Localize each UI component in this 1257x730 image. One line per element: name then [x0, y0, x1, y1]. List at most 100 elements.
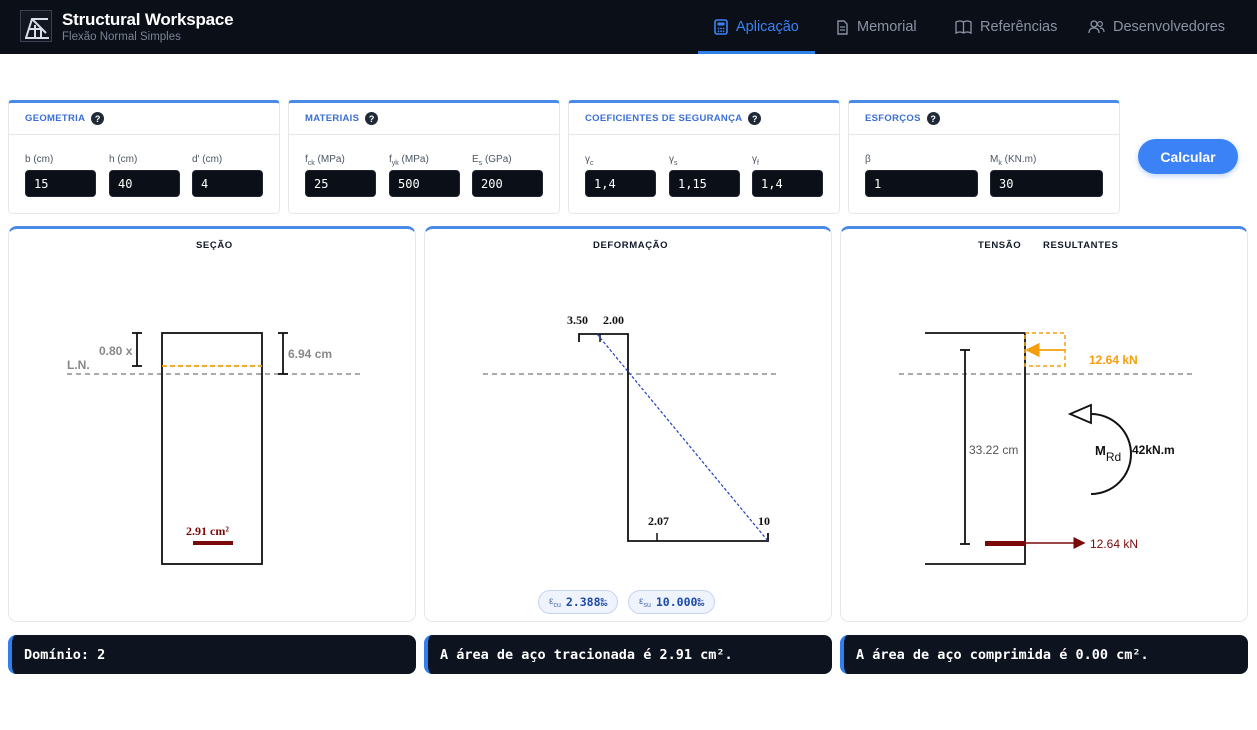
- field-label-fyk: fyk (MPa): [389, 154, 429, 167]
- beta-input[interactable]: 1: [865, 170, 978, 197]
- card-header: ESFORÇOS ?: [849, 103, 1119, 135]
- help-icon[interactable]: ?: [91, 112, 105, 125]
- section-diagram: L.N. 0.80 x 6.94 cm 2.91 cm²: [67, 332, 363, 565]
- eps-cu-badge: εcu 2.388‰: [538, 590, 619, 614]
- dominio-result: Domínio: 2: [8, 635, 416, 674]
- gamma-c-input[interactable]: 1,4: [585, 170, 656, 197]
- help-icon[interactable]: ?: [748, 112, 762, 125]
- lever-arm-label: 33.22 cm: [969, 443, 1018, 457]
- es-input[interactable]: 200: [472, 170, 543, 197]
- secao-panel: SEÇÃO L.N. 0.80 x 6.94 cm 2.91 cm²: [8, 226, 416, 622]
- label-sub: c: [590, 160, 594, 167]
- eps-cu-value: 2.388‰: [565, 595, 608, 609]
- help-icon[interactable]: ?: [926, 112, 940, 125]
- label-sub: ck: [307, 160, 315, 167]
- moment-symbol-main: M: [1095, 443, 1106, 458]
- card-title: GEOMETRIA: [25, 113, 86, 124]
- field-label-es: Es (GPa): [472, 154, 512, 167]
- eps-su-value: 10.000‰: [655, 595, 705, 609]
- stress-diagram: 12.64 kN 33.22 cm 12.64 kN MRd 42kN.m: [899, 332, 1195, 565]
- nav-desenvolvedores[interactable]: Desenvolvedores: [1088, 0, 1225, 54]
- users-icon: [1088, 20, 1105, 34]
- eps-su-badge: εsu 10.000‰: [628, 590, 716, 614]
- app-logo[interactable]: [20, 10, 52, 42]
- compression-steel-result: A área de aço comprimida é 0.00 cm².: [840, 635, 1248, 674]
- nav-aplicacao[interactable]: Aplicação: [714, 0, 799, 54]
- moment-symbol-sub: Rd: [1106, 450, 1121, 464]
- tension-force-label: 12.64 kN: [1090, 537, 1138, 551]
- tensao-panel: TENSÃO RESULTANTES 12.64 kN 33.22 cm 12.…: [840, 226, 1248, 622]
- strain-profile: [578, 333, 769, 542]
- symbol-sub: cu: [553, 601, 561, 609]
- strain-top-left-label: 3.50: [567, 313, 588, 327]
- label-sub: s: [674, 160, 678, 167]
- h-input[interactable]: 40: [109, 170, 180, 197]
- b-input[interactable]: 15: [25, 170, 96, 197]
- d-prime-input[interactable]: 4: [192, 170, 263, 197]
- field-label-b: b (cm): [25, 154, 54, 165]
- tension-steel-result: A área de aço tracionada é 2.91 cm².: [424, 635, 832, 674]
- nav-label: Referências: [980, 19, 1058, 35]
- card-title: MATERIAIS: [305, 113, 360, 124]
- document-icon: [837, 19, 848, 35]
- field-label-mk: Mk (KN.m): [990, 154, 1036, 167]
- calculator-icon: [714, 19, 728, 35]
- eps-su-symbol: εsu: [639, 596, 651, 609]
- crane-logo-icon: [25, 18, 49, 39]
- label-sub: f: [757, 160, 759, 167]
- top-navbar: Structural Workspace Flexão Normal Simpl…: [0, 0, 1257, 54]
- coeficientes-card: COEFICIENTES DE SEGURANÇA ? γc γs γf 1,4…: [568, 100, 840, 214]
- strain-bottom-left-label: 2.07: [648, 514, 669, 528]
- label-unit: (GPa): [482, 154, 512, 165]
- strain-line: [596, 333, 769, 542]
- card-header: MATERIAIS ?: [289, 103, 559, 135]
- field-label-gamma-c: γc: [585, 154, 594, 167]
- field-label-h: h (cm): [109, 154, 138, 165]
- steel-bar: [193, 541, 233, 545]
- field-label-gamma-f: γf: [752, 154, 759, 167]
- label-sub: yk: [391, 160, 399, 167]
- card-header: COEFICIENTES DE SEGURANÇA ?: [569, 103, 839, 135]
- calcular-button[interactable]: Calcular: [1138, 139, 1238, 174]
- fyk-input[interactable]: 500: [389, 170, 460, 197]
- geometria-card: GEOMETRIA ? b (cm) h (cm) d' (cm) 15 40 …: [8, 100, 280, 214]
- card-title: COEFICIENTES DE SEGURANÇA: [585, 113, 743, 124]
- label-unit: (MPa): [398, 154, 429, 165]
- nav-label: Desenvolvedores: [1113, 19, 1226, 35]
- app-subtitle: Flexão Normal Simples: [62, 31, 181, 43]
- materiais-card: MATERIAIS ? fck (MPa) fyk (MPa) Es (GPa)…: [288, 100, 560, 214]
- x-label: 0.80 x: [99, 344, 133, 358]
- strain-top-right-label: 2.00: [603, 313, 624, 327]
- deformacao-panel: DEFORMAÇÃO 3.50 2.00 2.07 10: [424, 226, 832, 622]
- field-label-d: d' (cm): [192, 154, 223, 165]
- app-title: Structural Workspace: [62, 10, 234, 29]
- moment-arrowhead-icon: [1067, 403, 1092, 425]
- gamma-s-input[interactable]: 1,15: [669, 170, 740, 197]
- card-title: ESFORÇOS: [865, 113, 921, 124]
- tension-bar: [985, 541, 1025, 546]
- ln-label: L.N.: [67, 358, 90, 372]
- label-unit: (MPa): [314, 154, 345, 165]
- card-header: GEOMETRIA ?: [9, 103, 279, 135]
- depth-label: 6.94 cm: [288, 347, 332, 361]
- fck-input[interactable]: 25: [305, 170, 376, 197]
- eps-cu-symbol: εcu: [549, 596, 561, 609]
- symbol-sub: su: [643, 601, 651, 609]
- nav-label: Memorial: [857, 19, 917, 35]
- nav-label: Aplicação: [736, 19, 799, 35]
- moment-symbol: MRd: [1095, 443, 1121, 464]
- nav-referencias[interactable]: Referências: [955, 0, 1057, 54]
- nav-active-indicator: [698, 51, 815, 54]
- nav-memorial[interactable]: Memorial: [836, 0, 917, 54]
- help-icon[interactable]: ?: [365, 112, 379, 125]
- compression-force-label: 12.64 kN: [1089, 353, 1138, 367]
- steel-area-label: 2.91 cm²: [186, 524, 229, 538]
- moment-value: 42kN.m: [1132, 443, 1175, 457]
- gamma-f-input[interactable]: 1,4: [752, 170, 823, 197]
- esforcos-card: ESFORÇOS ? β Mk (KN.m) 1 30: [848, 100, 1120, 214]
- book-icon: [955, 20, 972, 34]
- mk-input[interactable]: 30: [990, 170, 1103, 197]
- field-label-gamma-s: γs: [669, 154, 678, 167]
- label-main: E: [472, 154, 479, 165]
- field-label-beta: β: [865, 154, 871, 165]
